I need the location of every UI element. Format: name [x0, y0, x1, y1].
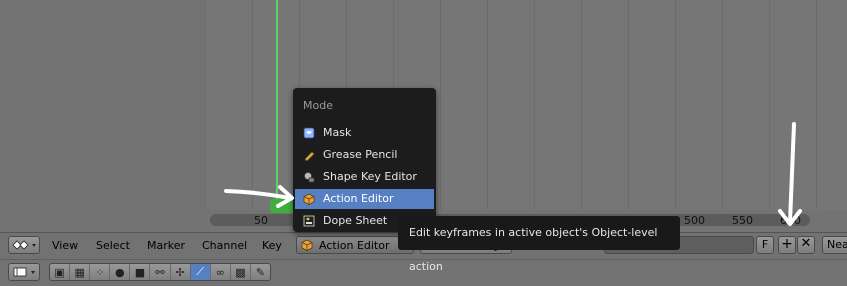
image-filter-icon[interactable]: ▦: [70, 264, 91, 280]
menu-key[interactable]: Key: [262, 239, 282, 252]
particles-filter-icon[interactable]: ⁘: [90, 264, 111, 280]
menu-item-mask[interactable]: Mask: [295, 123, 434, 143]
menu-item-grease-pencil[interactable]: Grease Pencil: [295, 145, 434, 165]
auto-snap-select[interactable]: Nea: [822, 236, 847, 254]
frame-tick: 550: [732, 214, 753, 227]
constraint-filter-icon[interactable]: ⚯: [150, 264, 171, 280]
link-filter-icon[interactable]: ∞: [211, 264, 231, 280]
menu-item-label: Mask: [323, 126, 352, 139]
pencil-icon: [304, 151, 315, 161]
editor-type-button[interactable]: [8, 236, 40, 254]
bone-filter-icon[interactable]: ⟋: [190, 264, 211, 280]
action-cube-icon: [303, 193, 315, 205]
unlink-action-button[interactable]: ✕: [797, 236, 815, 254]
texture-filter-icon[interactable]: ▩: [231, 264, 251, 280]
dope-sheet-icon: [303, 215, 315, 227]
new-action-button[interactable]: +: [778, 236, 796, 254]
object-filter-icon[interactable]: ■: [130, 264, 151, 280]
dopesheet-editor-icon: [12, 240, 36, 250]
menu-title: Mode: [303, 99, 333, 112]
menu-item-label: Dope Sheet: [323, 214, 388, 227]
menu-item-label: Shape Key Editor: [323, 170, 417, 183]
menu-item-label: Action Editor: [323, 192, 394, 205]
mode-dropdown-menu: Mode Mask Grease Pencil Shape Key Editor…: [293, 88, 436, 232]
menu-item-action-editor[interactable]: Action Editor: [295, 189, 434, 209]
mode-select[interactable]: Action Editor: [296, 236, 414, 254]
fake-user-button[interactable]: F: [756, 236, 774, 254]
menu-select[interactable]: Select: [96, 239, 130, 252]
armature-filter-icon[interactable]: ✢: [171, 264, 191, 280]
menu-marker[interactable]: Marker: [147, 239, 185, 252]
timeline-editor-icon: [13, 267, 35, 277]
current-frame-line[interactable]: [276, 0, 278, 210]
brush-filter-icon[interactable]: ✎: [251, 264, 270, 280]
frame-tick: 50: [254, 214, 268, 227]
shape-key-icon: [304, 172, 315, 183]
world-filter-icon[interactable]: ●: [110, 264, 131, 280]
frame-tick: 500: [684, 214, 705, 227]
frame-tick: 600: [780, 214, 801, 227]
channel-region: [0, 0, 205, 232]
camera-filter-icon[interactable]: ▣: [50, 264, 71, 280]
menu-view[interactable]: View: [52, 239, 78, 252]
menu-channel[interactable]: Channel: [202, 239, 247, 252]
menu-item-shape-key-editor[interactable]: Shape Key Editor: [295, 167, 434, 187]
mode-select-value: Action Editor: [319, 239, 390, 252]
filter-toggle-group: ▣ ▦ ⁘ ● ■ ⚯ ✢ ⟋ ∞ ▩ ✎: [49, 263, 271, 281]
mask-icon: [303, 127, 315, 139]
tooltip: Edit keyframes in active object's Object…: [398, 216, 680, 273]
action-cube-icon: [301, 239, 313, 251]
menu-item-label: Grease Pencil: [323, 148, 398, 161]
timeline-editor-type-button[interactable]: [8, 263, 40, 281]
